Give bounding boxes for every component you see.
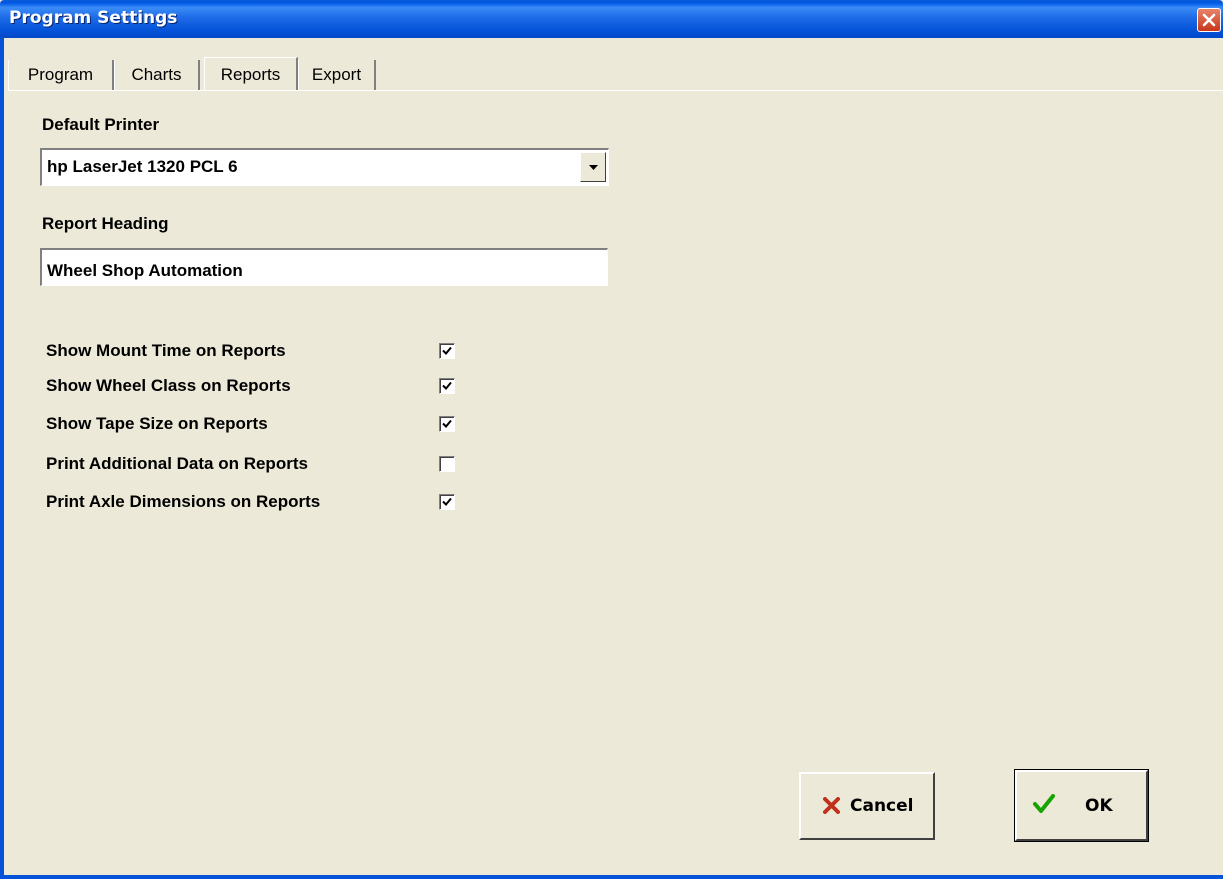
option-label: Show Tape Size on Reports <box>46 414 268 433</box>
chevron-down-icon <box>589 165 598 170</box>
close-button[interactable] <box>1197 8 1221 32</box>
default-printer-label: Default Printer <box>42 115 160 134</box>
checkmark-icon <box>442 419 452 428</box>
tab-program[interactable]: Program <box>8 60 114 90</box>
tape-size-checkbox[interactable] <box>439 416 455 432</box>
window-frame-left <box>0 38 4 879</box>
option-label: Show Mount Time on Reports <box>46 341 286 360</box>
tab-label: Reports <box>220 65 281 84</box>
window-frame-bottom <box>0 875 1223 879</box>
checkmark-icon <box>442 346 452 355</box>
tab-reports[interactable]: Reports <box>204 57 298 90</box>
wheel-class-checkbox[interactable] <box>439 378 455 394</box>
additional-data-checkbox[interactable] <box>439 456 455 472</box>
title-bar[interactable]: Program Settings <box>0 0 1223 38</box>
window-title: Program Settings <box>9 8 178 28</box>
ok-button[interactable]: OK <box>1014 769 1149 842</box>
tab-export[interactable]: Export <box>298 60 376 90</box>
mount-time-checkbox[interactable] <box>439 343 455 359</box>
axle-dimensions-checkbox[interactable] <box>439 494 455 510</box>
option-label: Print Axle Dimensions on Reports <box>46 492 321 511</box>
default-printer-value: hp LaserJet 1320 PCL 6 <box>47 157 238 176</box>
report-heading-label: Report Heading <box>42 214 169 233</box>
cancel-button[interactable]: Cancel <box>799 772 935 840</box>
checkmark-icon <box>1033 794 1055 813</box>
option-label: Print Additional Data on Reports <box>46 454 308 473</box>
tab-divider <box>8 90 1223 91</box>
dropdown-button[interactable] <box>580 152 606 182</box>
tab-label: Charts <box>131 65 182 84</box>
tab-label: Program <box>27 65 94 84</box>
tab-label: Export <box>311 65 362 84</box>
ok-label: OK <box>1085 796 1113 816</box>
option-label: Show Wheel Class on Reports <box>46 376 291 395</box>
close-icon <box>1202 13 1216 27</box>
report-heading-input[interactable] <box>40 248 608 286</box>
cross-icon <box>823 797 840 814</box>
tab-charts[interactable]: Charts <box>114 60 200 90</box>
default-printer-select[interactable]: hp LaserJet 1320 PCL 6 <box>40 148 609 186</box>
checkmark-icon <box>442 381 452 390</box>
cancel-label: Cancel <box>850 796 914 816</box>
checkmark-icon <box>442 497 452 506</box>
